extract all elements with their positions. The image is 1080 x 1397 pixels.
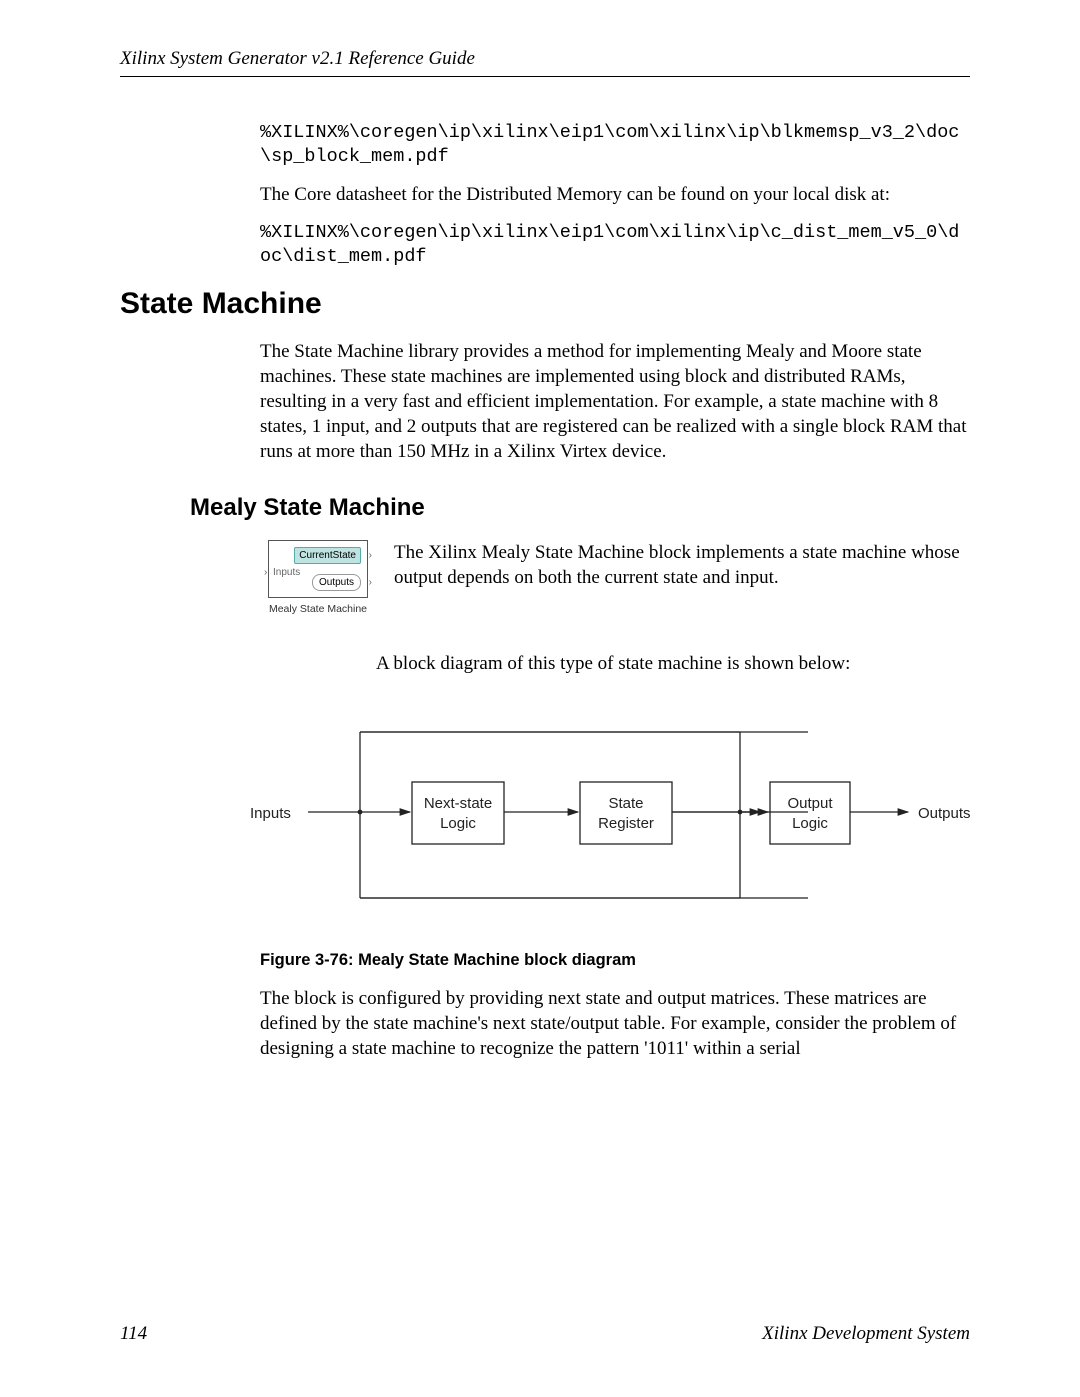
datasheet-note: The Core datasheet for the Distributed M…: [260, 182, 970, 207]
heading-mealy: Mealy State Machine: [190, 494, 970, 522]
diagram-box1-line2: Logic: [440, 815, 476, 832]
diagram-box2-line2: Register: [598, 815, 654, 832]
mealy-description: The Xilinx Mealy State Machine block imp…: [394, 540, 970, 590]
running-header: Xilinx System Generator v2.1 Reference G…: [120, 48, 970, 70]
heading-state-machine: State Machine: [120, 287, 970, 321]
diagram-box1-line1: Next-state: [424, 795, 492, 812]
mealy-currentstate-port: CurrentState: [294, 547, 361, 564]
diagram-lead-text: A block diagram of this type of state ma…: [376, 651, 970, 676]
code-path-1: %XILINX%\coregen\ip\xilinx\eip1\com\xili…: [260, 121, 970, 168]
state-machine-intro: The State Machine library provides a met…: [260, 339, 970, 464]
diagram-box3-line2: Logic: [792, 815, 828, 832]
header-rule: [120, 76, 970, 77]
diagram-inputs-label: Inputs: [250, 805, 291, 822]
code-path-2: %XILINX%\coregen\ip\xilinx\eip1\com\xili…: [260, 221, 970, 268]
footer-right: Xilinx Development System: [762, 1323, 970, 1345]
mealy-inputs-port: Inputs: [273, 567, 300, 578]
page-number: 114: [120, 1323, 147, 1345]
mealy-icon-caption: Mealy State Machine: [260, 603, 376, 615]
figure-caption: Figure 3-76: Mealy State Machine block d…: [260, 951, 970, 970]
mealy-block-diagram: Inputs Next-state Logic State Register: [250, 708, 980, 918]
mealy-block-icon: › › › CurrentState Inputs Outputs Mealy …: [260, 540, 376, 615]
matrices-paragraph: The block is configured by providing nex…: [260, 986, 970, 1061]
diagram-outputs-label: Outputs: [918, 805, 971, 822]
diagram-box3-line1: Output: [787, 795, 833, 812]
diagram-box2-line1: State: [608, 795, 643, 812]
mealy-outputs-port: Outputs: [312, 574, 361, 591]
